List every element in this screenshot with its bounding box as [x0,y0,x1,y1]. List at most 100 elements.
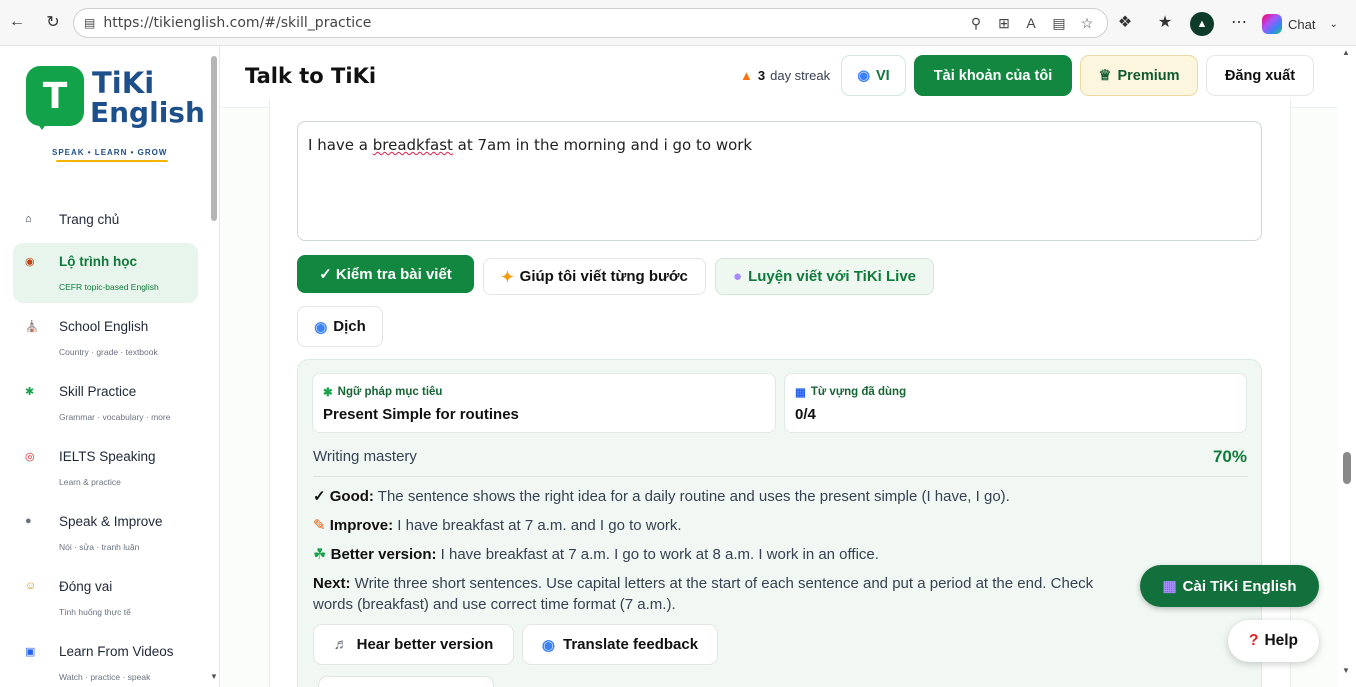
vocab-used-header: ▦ Từ vựng đã dùng [795,385,906,399]
sidebar-scroll-down-icon[interactable]: ▼ [210,672,218,681]
sidebar-item-sub: Grammar · vocabulary · more [59,412,171,422]
address-bar[interactable]: ▤ https://tikienglish.com/#/skill_practi… [73,8,1108,38]
sidebar-item-sub: Country · grade · textbook [59,347,158,357]
translate-feedback-label: Translate feedback [563,636,699,653]
improve-label: Improve: [329,517,394,534]
logo-tagline: SPEAK • LEARN • GROW [52,148,168,157]
premium-button[interactable]: ♕ Premium [1080,55,1198,96]
reader-icon[interactable]: ▤ [1049,13,1069,33]
profile-avatar[interactable]: ▲ [1190,12,1214,36]
hear-label: Hear better version [356,636,494,653]
step-by-step-button[interactable]: ✦ Giúp tôi viết từng bước [483,258,706,295]
grammar-target-card: ✱ Ngữ pháp mục tiêu Present Simple for r… [312,373,776,433]
tiki-live-label: Luyện viết với TiKi Live [748,268,916,285]
sidebar-item-label: Đóng vai [59,579,113,594]
theater-icon: ☺ [25,580,37,592]
logo-text-2: English [90,96,205,129]
scroll-up-icon[interactable]: ▲ [1342,48,1350,57]
install-app-button[interactable]: ▦ Cài TiKi English [1140,565,1319,607]
sidebar-item-learn-videos[interactable]: ▣ Learn From Videos Watch · practice · s… [13,633,198,687]
check-writing-button[interactable]: ✓ Kiểm tra bài viết [297,255,474,293]
grammar-target-title: Ngữ pháp mục tiêu [337,386,443,398]
help-button[interactable]: ? Help [1228,620,1319,662]
sidebar-item-label: Speak & Improve [59,514,163,529]
copilot-chat-button[interactable]: Chat ⌄ [1262,12,1338,36]
sidebar-item-sub: Nói · sửa · tranh luận [59,542,140,552]
feedback-better: ☘ Better version: I have breakfast at 7 … [313,544,879,565]
question-icon: ? [1248,632,1259,649]
apps-icon[interactable]: ⊞ [994,13,1014,33]
mastery-label: Writing mastery [313,448,417,465]
more-menu-icon[interactable]: ⋯ [1228,11,1250,33]
page-title: Talk to TiKi [245,64,377,88]
fire-icon: ▲ [740,68,753,83]
sidebar-item-role-play[interactable]: ☺ Đóng vai Tình huống thực tế [13,568,198,628]
good-text: The sentence shows the right idea for a … [373,488,1010,505]
sidebar-item-learning-path[interactable]: ◉ Lộ trình học CEFR topic-based English [13,243,198,303]
sparkles-icon: ✦ [501,268,514,286]
partial-button[interactable] [318,676,494,687]
target-icon: ◎ [25,451,35,463]
scroll-down-icon[interactable]: ▼ [1342,666,1350,675]
sidebar-scrollbar-thumb[interactable] [211,56,217,221]
account-button[interactable]: Tài khoản của tôi [914,55,1072,96]
tiki-live-button[interactable]: ● Luyện viết với TiKi Live [715,258,934,295]
check-icon: ✓ [313,488,330,505]
language-label: VI [875,67,890,84]
sidebar-item-sub: Tình huống thực tế [59,607,131,617]
translate-label: Dịch [333,318,366,335]
extensions-icon[interactable]: ❖ [1114,11,1136,33]
speech-bubble-icon: ● [733,268,743,285]
feedback-improve: ✎ Improve: I have breakfast at 7 a.m. an… [313,515,682,536]
streak-label: day streak [770,68,831,83]
abc-icon: ▦ [795,387,806,399]
sidebar-item-label: Lộ trình học [59,254,137,269]
page-scrollbar[interactable]: ▲ ▼ [1338,46,1356,687]
pencil-icon: ✎ [313,517,330,534]
tiki-logo[interactable]: T TiKi English SPEAK • LEARN • GROW [26,64,205,164]
seedling-icon: ☘ [313,546,331,563]
sidebar-item-speak-improve[interactable]: ● Speak & Improve Nói · sửa · tranh luận [13,503,198,563]
mic-icon: ● [25,515,32,527]
favorite-star-icon[interactable]: ☆ [1077,13,1097,33]
feedback-panel: ✱ Ngữ pháp mục tiêu Present Simple for r… [297,359,1262,687]
language-button[interactable]: ◉ VI [841,55,906,96]
install-label: Cài TiKi English [1182,577,1297,595]
step-by-step-label: Giúp tôi viết từng bước [519,268,688,285]
translate-button[interactable]: ◉ Dịch [297,306,383,347]
premium-label: Premium [1117,67,1180,84]
streak-indicator: ▲ 3 day streak [740,68,830,83]
translate-icon[interactable]: A [1021,13,1041,33]
vocab-used-card: ▦ Từ vựng đã dùng 0/4 [784,373,1247,433]
back-icon[interactable]: ← [6,11,28,33]
speaker-icon: ♬ [333,636,349,653]
writing-textarea[interactable]: I have a breadkfast at 7am in the mornin… [297,121,1262,241]
better-label: Better version: [330,546,437,563]
sidebar-item-ielts-speaking[interactable]: ◎ IELTS Speaking Learn & practice [13,438,198,498]
page-scrollbar-thumb[interactable] [1343,452,1351,484]
site-info-icon[interactable]: ▤ [84,16,95,30]
puzzle-icon: ✱ [25,386,35,398]
vocab-used-title: Từ vựng đã dùng [810,386,907,398]
sidebar-item-label: IELTS Speaking [59,449,156,464]
chat-label: Chat [1288,16,1316,32]
url-text[interactable]: https://tikienglish.com/#/skill_practice [103,15,371,31]
hear-better-version-button[interactable]: ♬ Hear better version [313,624,514,665]
sidebar-item-skill-practice[interactable]: ✱ Skill Practice Grammar · vocabulary · … [13,373,198,433]
logo-tail [32,116,52,130]
app-grid-icon: ▦ [1162,578,1177,595]
good-label: Good: [329,488,374,505]
sidebar-item-sub: CEFR topic-based English [59,282,159,292]
feedback-next: Next: Write three short sentences. Use c… [313,573,1163,594]
divider [313,476,1248,477]
feedback-good: ✓ Good: The sentence shows the right ide… [313,486,1010,507]
better-text: I have breakfast at 7 a.m. I go to work … [436,546,879,563]
mastery-value: 70% [1212,447,1247,466]
favorites-icon[interactable]: ★ [1154,11,1176,33]
sidebar-item-school-english[interactable]: ⛪ School English Country · grade · textb… [13,308,198,368]
reload-icon[interactable]: ↻ [42,11,64,33]
logout-button[interactable]: Đăng xuất [1206,55,1314,96]
sidebar-item-label: Trang chủ [59,212,120,227]
translate-feedback-button[interactable]: ◉ Translate feedback [522,624,718,665]
key-icon[interactable]: ⚲ [966,13,986,33]
